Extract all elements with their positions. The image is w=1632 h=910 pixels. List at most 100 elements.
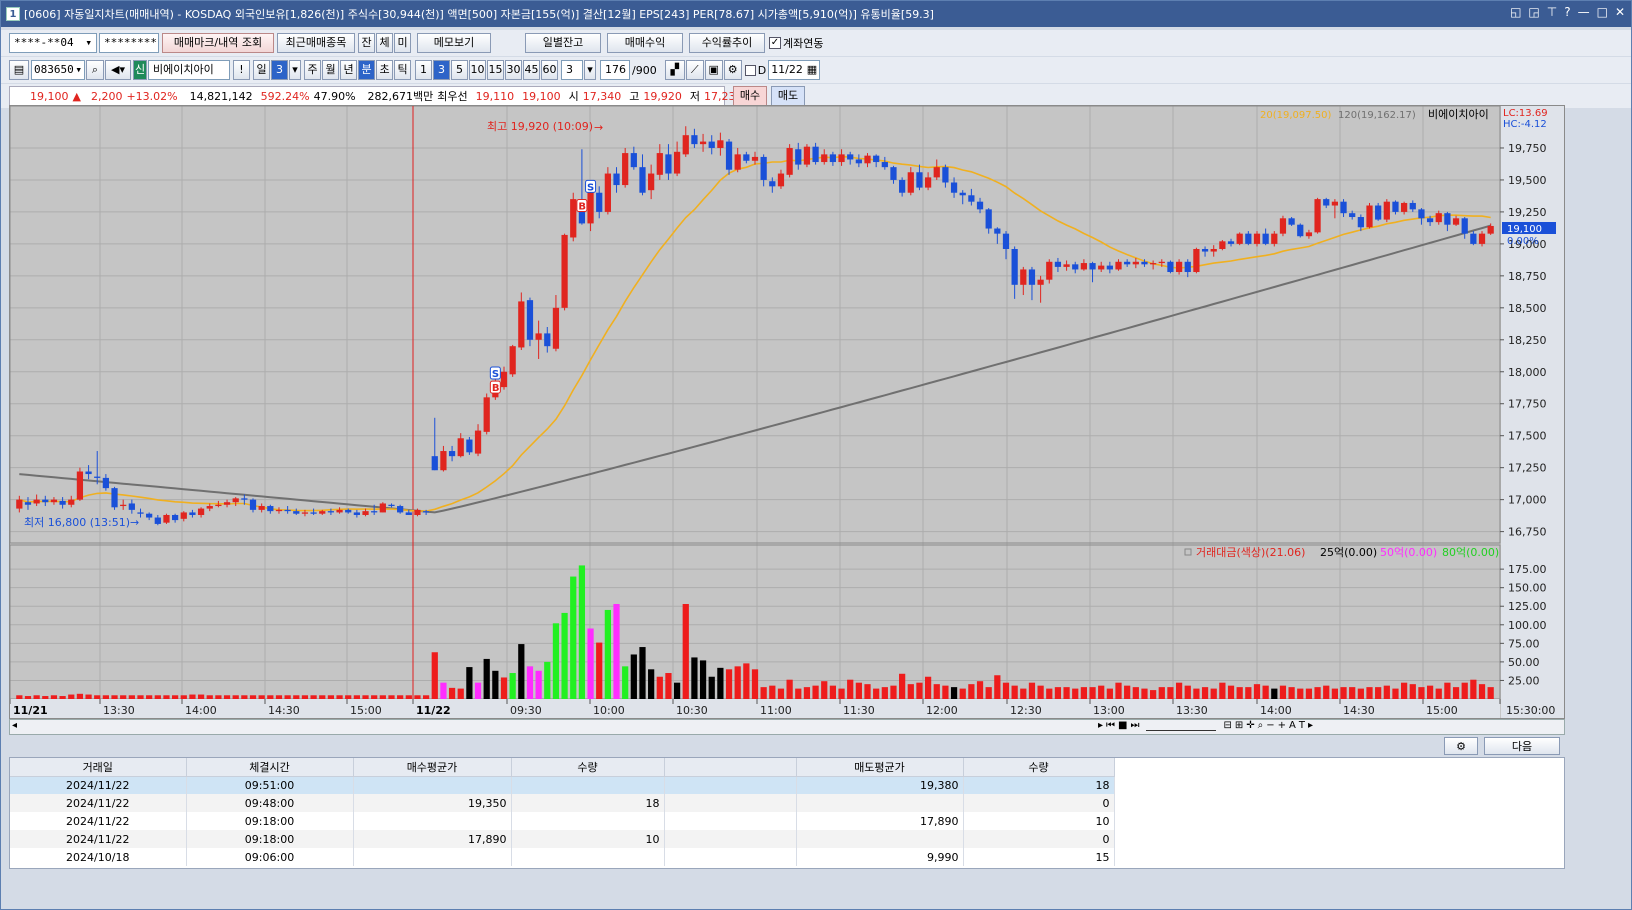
font-icon[interactable]: A bbox=[1289, 720, 1296, 731]
col-fill-time[interactable]: 체결시간 bbox=[186, 758, 354, 777]
stock-code-input[interactable]: 083650 ▾ bbox=[31, 60, 85, 80]
period-tick-button[interactable]: 틱 bbox=[394, 60, 411, 80]
table-row[interactable]: 2024/11/22 09:51:00 19,380 18 bbox=[10, 776, 1115, 794]
pin-icon[interactable]: ⊤ bbox=[1547, 5, 1557, 19]
interval-3-button[interactable]: 3 bbox=[433, 60, 450, 80]
chart-svg[interactable]: 19,75019,50019,25019,00018,75018,50018,2… bbox=[9, 105, 1564, 718]
search-icon[interactable]: ⌕ bbox=[86, 60, 104, 80]
chevron-down-icon[interactable]: ▾ bbox=[289, 60, 301, 80]
nav-stop-icon[interactable]: ■ bbox=[1118, 720, 1127, 731]
query-marks-button[interactable]: 매매마크/내역 조회 bbox=[162, 33, 274, 53]
bar-count-input[interactable]: 176 bbox=[600, 60, 630, 80]
col-sell-avg[interactable]: 매도평균가 bbox=[796, 758, 964, 777]
col-buy-avg[interactable]: 매수평균가 bbox=[353, 758, 512, 777]
interval-15-button[interactable]: 15 bbox=[487, 60, 504, 80]
nav-next-icon[interactable]: ▸ bbox=[1098, 720, 1103, 731]
price-chart[interactable]: 19,750 19,500 19,250 19,000 18,750 18,500 18,2… bbox=[9, 105, 1565, 719]
account-select[interactable]: ****-**04 ▾ bbox=[9, 33, 97, 53]
memo-button[interactable]: 메모보기 bbox=[417, 33, 491, 53]
period-month-button[interactable]: 월 bbox=[322, 60, 339, 80]
chart-type-icon[interactable]: ▞ bbox=[664, 60, 685, 80]
candle-body bbox=[146, 513, 153, 518]
table-row[interactable]: 2024/10/18 09:06:00 9,990 15 bbox=[10, 848, 1115, 866]
interval-1-button[interactable]: 1 bbox=[415, 60, 432, 80]
day-count-field[interactable]: 3 bbox=[271, 60, 288, 80]
password-field[interactable]: ******** bbox=[99, 33, 159, 53]
trade-profit-button[interactable]: 매매수익 bbox=[607, 33, 683, 53]
minus-icon[interactable]: − bbox=[1266, 720, 1274, 731]
period-week-button[interactable]: 주 bbox=[304, 60, 321, 80]
recent-trades-button[interactable]: 최근매매종목 bbox=[277, 33, 355, 53]
candle-body bbox=[985, 209, 992, 229]
crosshair-icon[interactable]: ✛ bbox=[1246, 720, 1254, 731]
scroll-left-icon[interactable]: ◂ bbox=[12, 720, 17, 731]
period-day-button[interactable]: 일 bbox=[253, 60, 270, 80]
fills-button[interactable]: 체 bbox=[376, 33, 393, 53]
col-sell-qty[interactable]: 수량 bbox=[963, 758, 1115, 777]
chart-scrollbar[interactable]: ◂ ▸ ⏮ ■ ⏭ ⊟ ⊞ ✛ ⌕ − + A T ▸ bbox=[9, 719, 1565, 735]
tile-icon[interactable]: ◲ bbox=[1528, 5, 1539, 19]
col-trade-date[interactable]: 거래일 bbox=[10, 758, 187, 777]
interval-30-button[interactable]: 30 bbox=[505, 60, 522, 80]
next-button[interactable]: 다음 bbox=[1484, 737, 1560, 755]
return-trend-button[interactable]: 수익률추이 bbox=[689, 33, 765, 53]
settings-gear-button[interactable]: ⚙ bbox=[1444, 737, 1478, 755]
magnifier-icon[interactable]: ⌕ bbox=[1258, 720, 1264, 731]
help-icon[interactable]: ? bbox=[1564, 5, 1570, 19]
zoom-out-icon[interactable]: ⊟ bbox=[1223, 720, 1231, 731]
text-icon[interactable]: T bbox=[1299, 720, 1305, 731]
candle-body bbox=[1392, 201, 1399, 212]
account-link-checkbox[interactable]: ✓ 계좌연동 bbox=[769, 35, 823, 51]
fit-icon[interactable]: ⊞ bbox=[1235, 720, 1243, 731]
volume-ratio: 592.24% bbox=[260, 89, 310, 103]
buy-button[interactable]: 매수 bbox=[733, 86, 767, 106]
trade-history-grid[interactable]: 거래일 체결시간 매수평균가 수량 매도평균가 수량 2024/11/22 09:… bbox=[9, 757, 1565, 869]
title-bar: 1 [0606] 자동일지차트(매매내역) - KOSDAQ 외국인보유[1,8… bbox=[1, 1, 1631, 27]
best-bid: 19,100 bbox=[522, 89, 561, 103]
nav-forward-icon[interactable]: ⏭ bbox=[1130, 720, 1139, 731]
candle-body bbox=[587, 192, 594, 224]
layout-icon[interactable]: ▤ bbox=[9, 60, 29, 80]
chevron-down-icon[interactable]: ▾ bbox=[584, 60, 596, 80]
interval-5-button[interactable]: 5 bbox=[451, 60, 468, 80]
alert-button[interactable]: ! bbox=[233, 60, 250, 80]
plus-icon[interactable]: + bbox=[1278, 720, 1286, 731]
period-minute-button[interactable]: 분 bbox=[358, 60, 375, 80]
col-buy-qty[interactable]: 수량 bbox=[511, 758, 665, 777]
interval-10-button[interactable]: 10 bbox=[469, 60, 486, 80]
nav-rewind-icon[interactable]: ⏮ bbox=[1106, 720, 1115, 731]
restore-icon[interactable]: ◱ bbox=[1510, 5, 1521, 19]
close-icon[interactable]: ✕ bbox=[1615, 5, 1625, 19]
volume-bars bbox=[16, 565, 1494, 699]
gear-icon[interactable]: ⚙ bbox=[723, 60, 742, 80]
draw-line-icon[interactable]: ⟋ bbox=[685, 60, 704, 80]
scroll-right-icon[interactable]: ▸ bbox=[1308, 720, 1313, 731]
cell-sell-avg: 19,380 bbox=[796, 776, 964, 794]
table-row[interactable]: 2024/11/22 09:48:00 19,350 18 0 bbox=[10, 794, 1115, 812]
date-checkbox[interactable] bbox=[744, 64, 756, 76]
interval-60-button[interactable]: 60 bbox=[541, 60, 558, 80]
price-tick-label: 16,750 bbox=[1508, 526, 1547, 539]
balance-button[interactable]: 잔 bbox=[358, 33, 375, 53]
interval-45-button[interactable]: 45 bbox=[523, 60, 540, 80]
speaker-icon[interactable]: ◀▾ bbox=[105, 60, 131, 80]
candle-body bbox=[1470, 233, 1477, 244]
volume-bar bbox=[518, 644, 525, 699]
maximize-icon[interactable]: □ bbox=[1597, 5, 1608, 19]
zoom-slider[interactable] bbox=[1146, 720, 1217, 731]
table-row[interactable]: 2024/11/22 09:18:00 17,890 10 bbox=[10, 812, 1115, 830]
table-row[interactable]: 2024/11/22 09:18:00 17,890 10 0 bbox=[10, 830, 1115, 848]
period-second-button[interactable]: 초 bbox=[376, 60, 393, 80]
interval-input[interactable]: 3 bbox=[561, 60, 583, 80]
candle-body bbox=[1375, 205, 1382, 220]
save-icon[interactable]: ▣ bbox=[704, 60, 723, 80]
sell-button[interactable]: 매도 bbox=[771, 86, 805, 106]
minimize-icon[interactable]: — bbox=[1578, 5, 1590, 19]
date-input[interactable]: 11/22 ▦ bbox=[768, 60, 821, 80]
unfilled-button[interactable]: 미 bbox=[394, 33, 411, 53]
candle-body bbox=[734, 154, 741, 170]
period-year-button[interactable]: 년 bbox=[340, 60, 357, 80]
volume-bar bbox=[881, 687, 888, 699]
daily-balance-button[interactable]: 일별잔고 bbox=[525, 33, 601, 53]
candle-body bbox=[284, 509, 291, 512]
